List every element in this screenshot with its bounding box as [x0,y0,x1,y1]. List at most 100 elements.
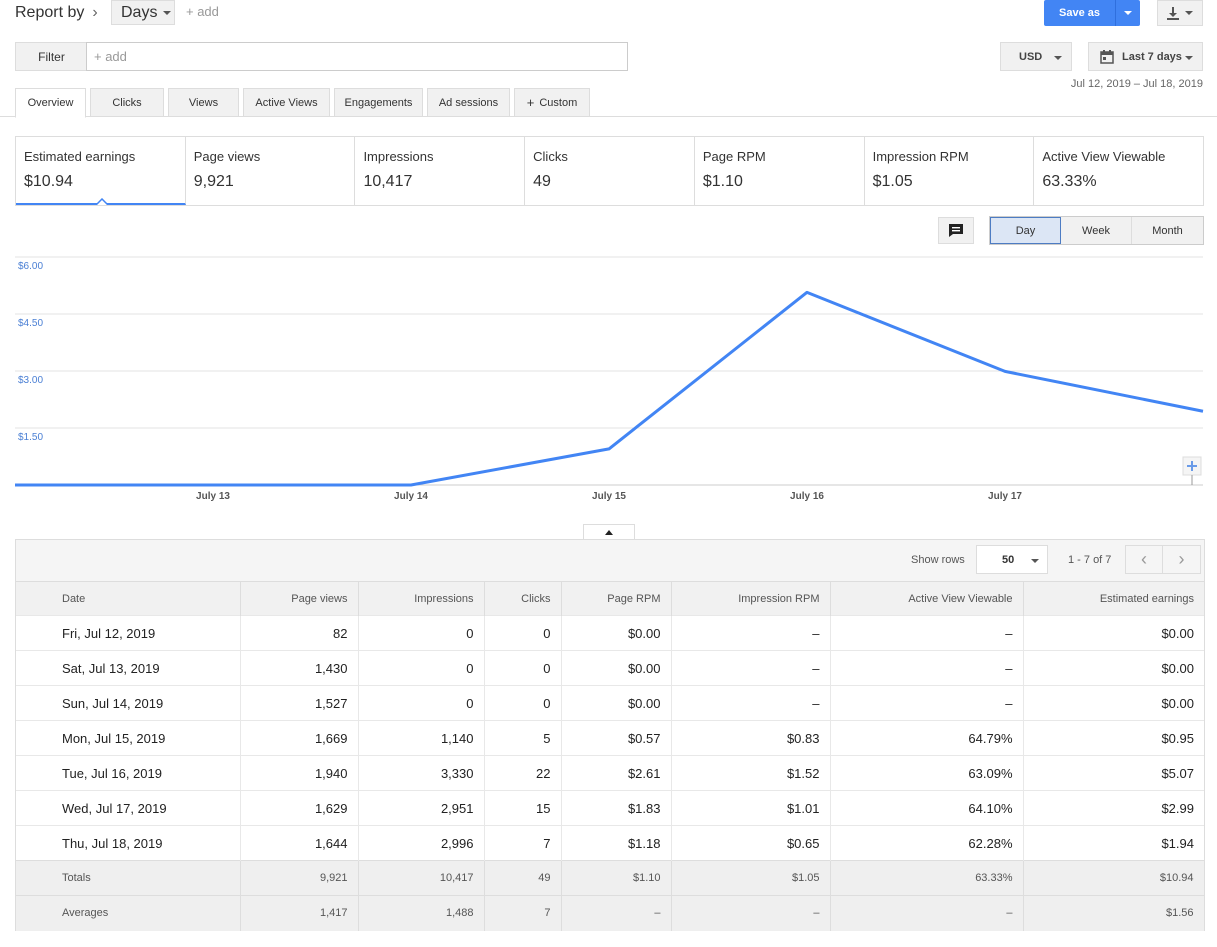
save-as-menu-button[interactable] [1115,0,1140,26]
metric-page-views[interactable]: Page views 9,921 [186,137,356,205]
table-cell: 1,417 [240,895,359,931]
table-cell: – [830,650,1024,686]
table-cell: 0 [484,615,562,651]
table-cell: 1,940 [240,755,359,791]
tab-active-views[interactable]: Active Views [243,88,330,117]
save-as-button[interactable]: Save as [1044,0,1140,26]
metric-value: 49 [533,173,551,190]
table-cell: 0 [484,685,562,721]
table-cell: – [830,895,1024,931]
table-cell: $0.00 [1023,685,1204,721]
report-by: Report by › [15,2,108,24]
date-range-label: Last 7 days [1122,50,1182,63]
table-cell: 7 [484,895,562,931]
table-row: Mon, Jul 15, 2019 1,669 1,140 5 $0.57 $0.83 64… [16,720,1204,756]
column-header-estimated-earnings[interactable]: Estimated earnings [1023,581,1204,616]
tab-custom[interactable]: + Custom [514,88,590,117]
next-page-button[interactable]: › [1163,546,1200,573]
column-header-date[interactable]: Date [16,581,241,616]
table-cell: 3,330 [358,755,485,791]
table-cell: 1,629 [240,790,359,826]
column-header-page-views[interactable]: Page views [240,581,359,616]
dimension-dropdown[interactable]: Days [111,0,175,25]
filter-button[interactable]: Filter [15,42,87,71]
collapse-chart-button[interactable] [583,524,635,540]
table-cell: $1.94 [1023,825,1204,861]
tab-overview[interactable]: Overview [15,88,86,118]
table-cell: 1,527 [240,685,359,721]
table-cell: $5.07 [1023,755,1204,791]
metric-active-view-viewable[interactable]: Active View Viewable 63.33% [1034,137,1203,205]
table-cell: $1.18 [561,825,672,861]
currency-dropdown[interactable]: USD [1000,42,1072,71]
table-cell: $0.83 [671,720,831,756]
caret-down-icon [163,10,172,15]
column-header-impressions[interactable]: Impressions [358,581,485,616]
metric-value: 63.33% [1042,173,1097,190]
tab-views[interactable]: Views [168,88,239,117]
metric-impressions[interactable]: Impressions 10,417 [355,137,526,205]
table-cell: 63.09% [830,755,1024,791]
column-header-page-rpm[interactable]: Page RPM [561,581,672,616]
table-cell: $2.61 [561,755,672,791]
plus-icon: + [526,95,535,110]
earnings-line-chart: $1.50 $3.00 $4.50 $6.00 July 13 July 14 July 1… [15,256,1204,502]
date-range-dropdown[interactable]: Last 7 days [1088,42,1203,71]
column-header-active-view-viewable[interactable]: Active View Viewable [830,581,1024,616]
table-cell: 22 [484,755,562,791]
table-toolbar: Show rows 50 1 - 7 of 7 ‹ › [16,540,1204,581]
table-cell: $10.94 [1023,860,1205,896]
caret-down-icon [1031,559,1039,563]
caret-down-icon [1185,56,1193,60]
table-cell: Fri, Jul 12, 2019 [16,615,241,651]
page-info: 1 - 7 of 7 [1068,554,1112,566]
tab-clicks[interactable]: Clicks [90,88,164,117]
caret-down-icon [1054,56,1062,60]
metric-page-rpm[interactable]: Page RPM $1.10 [695,137,865,205]
add-dimension-link[interactable]: + add [186,4,219,19]
selected-notch-icon [96,198,108,205]
table-cell: 10,417 [358,860,485,896]
table-cell: 0 [358,685,485,721]
annotations-button[interactable] [938,217,974,244]
save-as-label[interactable]: Save as [1044,0,1115,26]
table-cell: $2.99 [1023,790,1204,826]
table-cell: – [671,685,831,721]
granularity-month-button[interactable]: Month [1132,217,1203,244]
prev-page-button[interactable]: ‹ [1126,546,1163,573]
metric-value: $1.05 [872,173,913,190]
report-table: Date Page views Impressions Clicks Page … [16,581,1205,931]
metric-clicks[interactable]: Clicks 49 [525,137,695,205]
tab-ad-sessions[interactable]: Ad sessions [427,88,510,117]
table-header-row: Date Page views Impressions Clicks Page … [16,581,1204,616]
x-tick-label: July 15 [592,491,626,502]
table-cell: $1.56 [1023,895,1205,931]
report-by-label: Report by [15,4,85,21]
table-cell: 1,430 [240,650,359,686]
x-tick-label: July 16 [790,491,824,502]
rows-per-page-dropdown[interactable]: 50 [976,545,1048,574]
metric-estimated-earnings[interactable]: Estimated earnings $10.94 [16,137,186,205]
column-header-clicks[interactable]: Clicks [484,581,562,616]
calendar-icon [1100,49,1114,64]
granularity-day-button[interactable]: Day [990,217,1061,244]
y-tick-label: $3.00 [18,375,43,386]
granularity-week-button[interactable]: Week [1061,217,1132,244]
x-tick-label: July 14 [394,491,428,502]
filter-input[interactable] [86,42,628,71]
table-cell: Sat, Jul 13, 2019 [16,650,241,686]
download-button[interactable] [1157,0,1203,26]
table-cell: 1,488 [358,895,485,931]
table-cell: – [830,615,1024,651]
metric-label: Active View Viewable [1042,149,1166,164]
column-header-impression-rpm[interactable]: Impression RPM [671,581,831,616]
caret-down-icon [1124,11,1132,15]
table-cell: 1,669 [240,720,359,756]
chevron-left-icon: ‹ [1141,549,1147,569]
x-tick-label: July 17 [988,491,1022,502]
table-cell: 9,921 [240,860,359,896]
table-cell: – [671,895,831,931]
tab-engagements[interactable]: Engagements [334,88,423,117]
metric-impression-rpm[interactable]: Impression RPM $1.05 [865,137,1035,205]
table-row: Wed, Jul 17, 2019 1,629 2,951 15 $1.83 $1.01 6… [16,790,1204,826]
